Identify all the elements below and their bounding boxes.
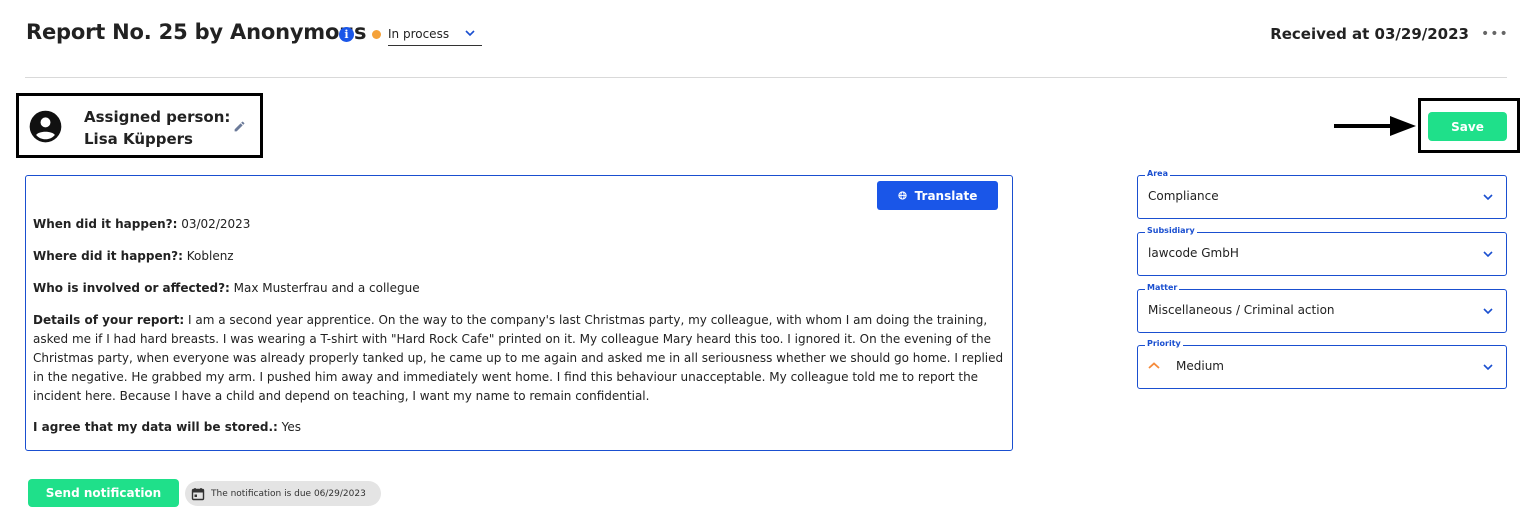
assigned-person: Assigned person: Lisa Küppers: [84, 106, 230, 150]
chevron-down-icon: [1483, 364, 1493, 371]
more-horizontal-icon[interactable]: •••: [1481, 26, 1509, 42]
chevron-down-icon: [1483, 308, 1493, 315]
matter-select[interactable]: Matter Miscellaneous / Criminal action: [1137, 283, 1507, 333]
field-label: Details of your report:: [33, 313, 185, 327]
field-value: Max Musterfrau and a collegue: [233, 281, 420, 295]
matter-value: Miscellaneous / Criminal action: [1148, 303, 1335, 317]
chevron-down-icon: [1483, 194, 1493, 201]
matter-label: Matter: [1145, 283, 1180, 292]
report-field-when: When did it happen?: 03/02/2023: [33, 215, 1008, 234]
status-dot: [372, 30, 381, 39]
chevron-down-icon: [465, 30, 475, 37]
chevron-down-icon: [1483, 251, 1493, 258]
subsidiary-select[interactable]: Subsidiary lawcode GmbH: [1137, 226, 1507, 276]
field-value: Koblenz: [186, 249, 234, 263]
report-field-details: Details of your report: I am a second ye…: [33, 311, 1008, 406]
header-divider: [25, 77, 1507, 78]
translate-label: Translate: [914, 188, 978, 203]
calendar-icon: [191, 487, 205, 500]
status-value: In process: [388, 27, 450, 41]
priority-medium-icon: [1148, 362, 1160, 369]
report-field-consent: I agree that my data will be stored.: Ye…: [33, 418, 1008, 437]
area-value: Compliance: [1148, 189, 1219, 203]
field-value: Yes: [281, 420, 302, 434]
received-date: Received at 03/29/2023: [1270, 25, 1469, 43]
pencil-icon[interactable]: [233, 120, 246, 133]
notification-due-badge: The notification is due 06/29/2023: [185, 481, 381, 506]
page-title: Report No. 25 by Anonymous: [26, 20, 367, 44]
priority-select[interactable]: Priority Medium: [1137, 339, 1507, 389]
translate-button[interactable]: Translate: [877, 181, 998, 210]
info-icon[interactable]: i: [339, 27, 354, 42]
report-field-where: Where did it happen?: Koblenz: [33, 247, 1008, 266]
priority-label: Priority: [1145, 339, 1183, 348]
field-label: Where did it happen?:: [33, 249, 183, 263]
area-label: Area: [1145, 169, 1170, 178]
subsidiary-value: lawcode GmbH: [1148, 246, 1239, 260]
priority-value: Medium: [1176, 359, 1224, 373]
field-value: 03/02/2023: [181, 217, 251, 231]
arrow-right-icon: [1334, 116, 1416, 136]
globe-icon: [898, 191, 907, 200]
field-label: When did it happen?:: [33, 217, 178, 231]
area-select[interactable]: Area Compliance: [1137, 169, 1507, 219]
send-notification-button[interactable]: Send notification: [28, 479, 179, 507]
due-text: The notification is due 06/29/2023: [211, 488, 366, 499]
assigned-person-name: Lisa Küppers: [84, 130, 193, 148]
assigned-person-label: Assigned person:: [84, 108, 231, 126]
account-circle-icon: [29, 110, 62, 143]
field-label: Who is involved or affected?:: [33, 281, 230, 295]
report-field-involved: Who is involved or affected?: Max Muster…: [33, 279, 1008, 298]
subsidiary-label: Subsidiary: [1145, 226, 1197, 235]
save-button[interactable]: Save: [1428, 112, 1507, 141]
status-select[interactable]: In process: [388, 24, 482, 46]
field-label: I agree that my data will be stored.:: [33, 420, 278, 434]
